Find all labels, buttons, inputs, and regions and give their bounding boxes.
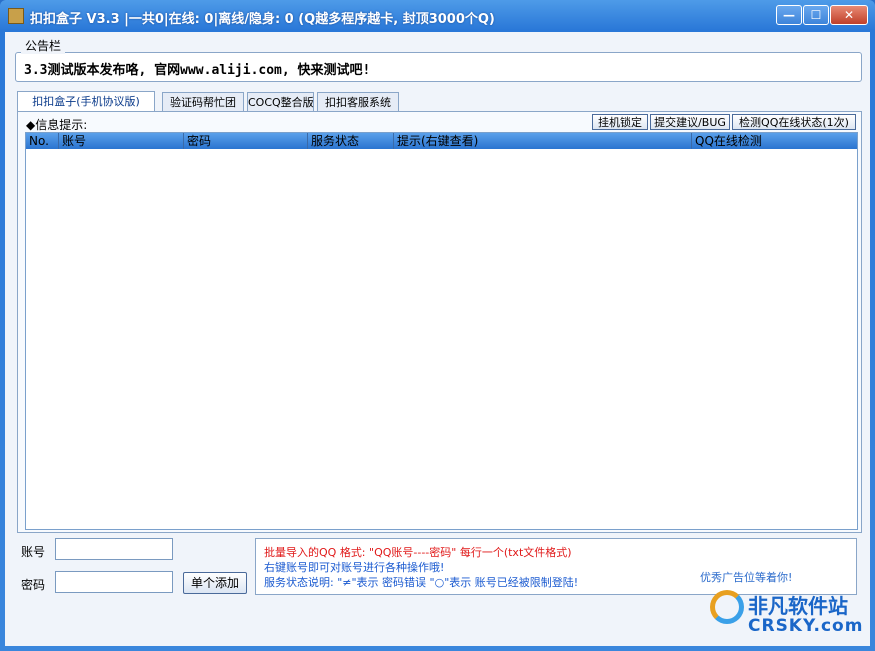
column-account[interactable]: 账号 — [59, 133, 184, 149]
password-label: 密码 — [21, 578, 46, 592]
tab-captcha-helper[interactable]: 验证码帮忙团 — [162, 92, 244, 111]
maximize-button[interactable]: ☐ — [803, 5, 829, 25]
tab-koukou-box[interactable]: 扣扣盒子(手机协议版) — [17, 91, 155, 112]
info-label: ◆信息提示: — [26, 118, 88, 132]
window-title: 扣扣盒子 V3.3 |一共0|在线: 0|离线/隐身: 0 (Q越多程序越卡, … — [30, 12, 495, 27]
title-bar[interactable]: 扣扣盒子 V3.3 |一共0|在线: 0|离线/隐身: 0 (Q越多程序越卡, … — [0, 0, 875, 32]
logo-main-text: 非凡软件站 — [748, 594, 848, 618]
add-single-button[interactable]: 单个添加 — [183, 572, 247, 594]
close-button[interactable]: ✕ — [830, 5, 868, 25]
column-tips[interactable]: 提示(右键查看) — [394, 133, 692, 149]
logo-sub-text: CRSKY.com — [748, 616, 864, 636]
tab-customer-service[interactable]: 扣扣客服系统 — [317, 92, 399, 111]
site-logo: 非凡软件站 CRSKY.com — [710, 580, 864, 640]
app-window: 扣扣盒子 V3.3 |一共0|在线: 0|离线/隐身: 0 (Q越多程序越卡, … — [0, 0, 875, 651]
help-line-rightclick: 右键账号即可对账号进行各种操作哦! — [264, 561, 445, 574]
help-line-status: 服务状态说明: "≠"表示 密码错误 "○"表示 账号已经被限制登陆! — [264, 576, 579, 589]
help-line-import: 批量导入的QQ 格式: "QQ账号----密码" 每行一个(txt文件格式) — [264, 546, 572, 559]
minimize-button[interactable]: — — [776, 5, 802, 25]
password-input[interactable] — [55, 571, 173, 593]
tab-cocq[interactable]: COCQ整合版 — [247, 92, 314, 111]
account-label: 账号 — [21, 545, 46, 559]
notice-text: 3.3测试版本发布咯, 官网www.aliji.com, 快来测试吧! — [24, 63, 371, 78]
column-no[interactable]: No. — [26, 133, 59, 149]
notice-legend: 公告栏 — [21, 37, 66, 54]
account-table[interactable]: No. 账号 密码 服务状态 提示(右键查看) QQ在线检测 — [25, 132, 858, 530]
submit-bug-button[interactable]: 提交建议/BUG — [650, 114, 730, 130]
account-input[interactable] — [55, 538, 173, 560]
notice-board: 3.3测试版本发布咯, 官网www.aliji.com, 快来测试吧! — [15, 52, 862, 82]
client-area: 3.3测试版本发布咯, 官网www.aliji.com, 快来测试吧! 公告栏 … — [5, 32, 870, 646]
column-password[interactable]: 密码 — [184, 133, 308, 149]
app-icon — [8, 8, 24, 24]
logo-ring-icon — [710, 590, 744, 624]
main-panel: ◆信息提示: 挂机锁定 提交建议/BUG 检测QQ在线状态(1次) No. 账号… — [17, 111, 862, 533]
column-status[interactable]: 服务状态 — [308, 133, 394, 149]
column-online-check[interactable]: QQ在线检测 — [692, 133, 857, 149]
hang-lock-button[interactable]: 挂机锁定 — [592, 114, 648, 130]
check-online-button[interactable]: 检测QQ在线状态(1次) — [732, 114, 856, 130]
table-header: No. 账号 密码 服务状态 提示(右键查看) QQ在线检测 — [26, 133, 857, 149]
